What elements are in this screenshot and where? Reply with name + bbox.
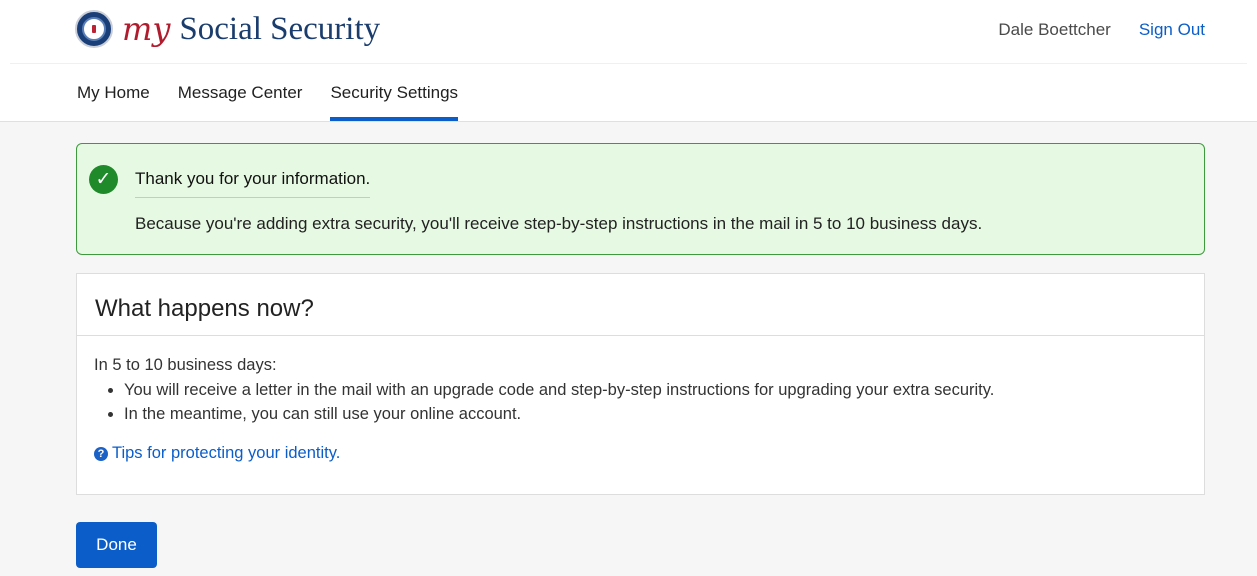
main-nav: My Home Message Center Security Settings (77, 80, 486, 121)
tips-link-text: Tips for protecting your identity. (112, 444, 341, 462)
tips-link[interactable]: ? Tips for protecting your identity. (94, 444, 1204, 463)
user-name: Dale Boettcher (998, 20, 1111, 39)
user-area: Dale Boettcher Sign Out (998, 20, 1205, 40)
brand-my: my (122, 10, 171, 48)
question-circle-icon: ? (94, 446, 108, 461)
nav-message-center[interactable]: Message Center (178, 80, 303, 121)
brand-name: Social Security (179, 10, 381, 47)
ssa-seal-icon (75, 10, 113, 48)
card-heading: What happens now? (77, 274, 1204, 336)
nav-security-settings[interactable]: Security Settings (330, 80, 459, 121)
sign-out-link[interactable]: Sign Out (1139, 20, 1205, 40)
alert-message: Because you're adding extra security, yo… (135, 214, 983, 233)
card-intro: In 5 to 10 business days: (94, 356, 277, 374)
nav-my-home[interactable]: My Home (77, 80, 150, 121)
info-list: You will receive a letter in the mail wi… (94, 381, 1204, 424)
brand-logo-link[interactable]: my Social Security (75, 10, 380, 48)
site-header: my Social Security Dale Boettcher Sign O… (0, 0, 1257, 122)
card-body: In 5 to 10 business days: You will recei… (77, 336, 1204, 463)
list-item: In the meantime, you can still use your … (124, 405, 1204, 424)
header-divider (10, 63, 1247, 64)
list-item: You will receive a letter in the mail wi… (124, 381, 1204, 400)
what-happens-card: What happens now? In 5 to 10 business da… (76, 273, 1205, 495)
success-alert: ✓ Thank you for your information. Becaus… (76, 143, 1205, 255)
alert-title: Thank you for your information. (135, 169, 371, 198)
done-button[interactable]: Done (76, 522, 157, 568)
check-circle-icon: ✓ (89, 165, 118, 194)
